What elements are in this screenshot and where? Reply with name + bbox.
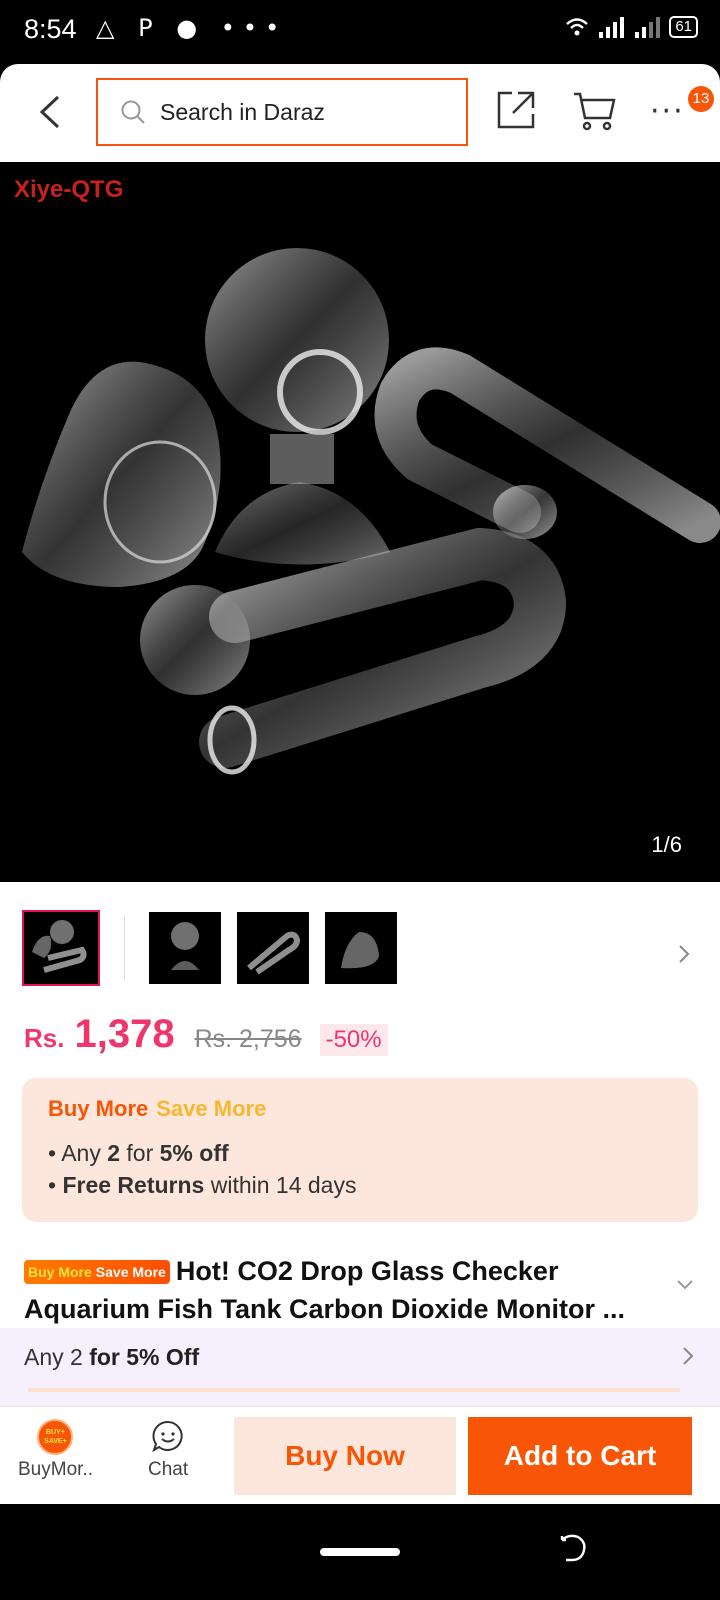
- promo-line-1-pre: Any: [61, 1140, 108, 1166]
- cart-count-badge: 13: [688, 86, 714, 112]
- search-input[interactable]: Search in Daraz: [96, 78, 468, 146]
- badge-buy-more: Buy More: [28, 1264, 92, 1280]
- promo-buy-more: Buy More: [48, 1096, 149, 1121]
- thumbnail-photo: [341, 932, 379, 969]
- notification-icons: △ P ● •••: [96, 14, 288, 42]
- promo-line-1: • Any 2 for 5% off: [48, 1140, 229, 1166]
- more-icon: ···: [650, 94, 685, 129]
- promo-line-2-rest: within 14 days: [204, 1172, 357, 1198]
- offer-arrow: [682, 1346, 694, 1370]
- promo-line-2: • Free Returns within 14 days: [48, 1172, 357, 1198]
- chevron-right-icon: [679, 945, 690, 963]
- image-watermark: Xiye-QTG: [14, 176, 124, 203]
- product-image-carousel[interactable]: Xiye-QTG 1/6: [0, 162, 720, 882]
- thumbnail-photo: [171, 922, 199, 970]
- thumbnail-photo: [32, 920, 87, 973]
- thumbnail-strip: [22, 910, 397, 986]
- thumbnails-next-button[interactable]: [678, 944, 690, 968]
- offer-progress-bar: [28, 1388, 680, 1392]
- cart-button[interactable]: [572, 90, 616, 136]
- share-button[interactable]: [496, 90, 536, 134]
- chevron-down-icon: [677, 1280, 693, 1290]
- home-gesture-pill[interactable]: [320, 1548, 400, 1556]
- product-title: Buy More Save More Hot! CO2 Drop Glass Che…: [24, 1252, 664, 1328]
- thumbnail-photo: [247, 931, 301, 975]
- original-price: Rs. 2,756: [194, 1025, 302, 1053]
- buy-now-button[interactable]: Buy Now: [234, 1417, 456, 1495]
- expand-title-button[interactable]: [676, 1276, 694, 1295]
- wifi-icon: [566, 18, 589, 36]
- promo-title: Buy More Save More: [48, 1096, 266, 1122]
- buymore-button[interactable]: BUY+ SAVE+ BuyMor..: [18, 1419, 93, 1481]
- chat-button[interactable]: Chat: [148, 1419, 188, 1481]
- chat-icon: [152, 1420, 183, 1453]
- signal-icon-2: [635, 17, 661, 38]
- share-icon: [497, 91, 535, 129]
- offer-text: Any 2 for 5% Off: [24, 1344, 199, 1371]
- offer-strip[interactable]: Any 2 for 5% Off: [0, 1328, 720, 1406]
- thumbnail-2[interactable]: [149, 912, 221, 984]
- back-button[interactable]: [28, 90, 72, 134]
- offer-text-pre: Any 2: [24, 1344, 90, 1370]
- more-options-button[interactable]: ···: [650, 94, 685, 129]
- chevron-left-icon: [39, 95, 60, 129]
- bottom-action-bar: BUY+ SAVE+ BuyMor.. Chat Buy Now Add to …: [0, 1406, 720, 1505]
- add-to-cart-button[interactable]: Add to Cart: [468, 1417, 692, 1495]
- status-bar: 8:54 △ P ● ••• 61: [0, 0, 720, 64]
- chat-label: Chat: [148, 1459, 189, 1480]
- thumbnail-1[interactable]: [22, 910, 100, 986]
- buymore-icon: BUY+ SAVE+: [37, 1419, 74, 1455]
- buy-more-save-more-badge: Buy More Save More: [24, 1260, 170, 1284]
- title-text-1: Hot! CO2 Drop Glass Checker: [175, 1256, 559, 1286]
- rotate-icon: [560, 1534, 586, 1562]
- battery-icon: 61: [669, 16, 698, 38]
- thumbnail-3[interactable]: [237, 912, 309, 984]
- thumbnail-divider: [124, 916, 125, 980]
- price-row: Rs. 1,378 Rs. 2,756 -50%: [24, 1012, 388, 1057]
- promo-line-2-bold: Free Returns: [62, 1172, 205, 1198]
- chevron-right-icon: [683, 1347, 694, 1365]
- signal-icon: [599, 17, 625, 38]
- discount-badge: -50%: [319, 1024, 388, 1056]
- system-nav-bar: [0, 1504, 720, 1600]
- title-line-1: Buy More Save More Hot! CO2 Drop Glass Che…: [24, 1252, 664, 1290]
- title-text-2: Aquarium Fish Tank Carbon Dioxide Monito…: [24, 1294, 626, 1324]
- header: Search in Daraz ··· 13: [0, 64, 720, 162]
- price-currency: Rs.: [24, 1023, 65, 1053]
- promo-box[interactable]: Buy More Save More • Any 2 for 5% off • F…: [22, 1078, 698, 1222]
- badge-save-more: Save More: [95, 1264, 166, 1280]
- thumbnail-4[interactable]: [325, 912, 397, 984]
- promo-save-more: Save More: [156, 1096, 267, 1121]
- status-time: 8:54: [24, 14, 77, 44]
- promo-line-1-num: 2: [107, 1140, 121, 1166]
- status-right: 61: [565, 16, 698, 38]
- current-price: 1,378: [74, 1012, 175, 1056]
- cart-icon: [574, 92, 616, 131]
- search-placeholder: Search in Daraz: [160, 98, 325, 125]
- promo-line-1-bold: 5% off: [159, 1140, 229, 1166]
- product-photo: [22, 248, 720, 775]
- product-details: Rs. 1,378 Rs. 2,756 -50% Buy More Save Mo…: [0, 882, 720, 1406]
- buymore-label: BuyMor..: [18, 1459, 93, 1480]
- image-counter: 1/6: [651, 832, 682, 857]
- rotate-button[interactable]: [558, 1534, 588, 1568]
- offer-text-bold: for 5% Off: [89, 1344, 200, 1370]
- search-icon: [120, 99, 146, 125]
- promo-line-1-mid: for: [120, 1140, 160, 1166]
